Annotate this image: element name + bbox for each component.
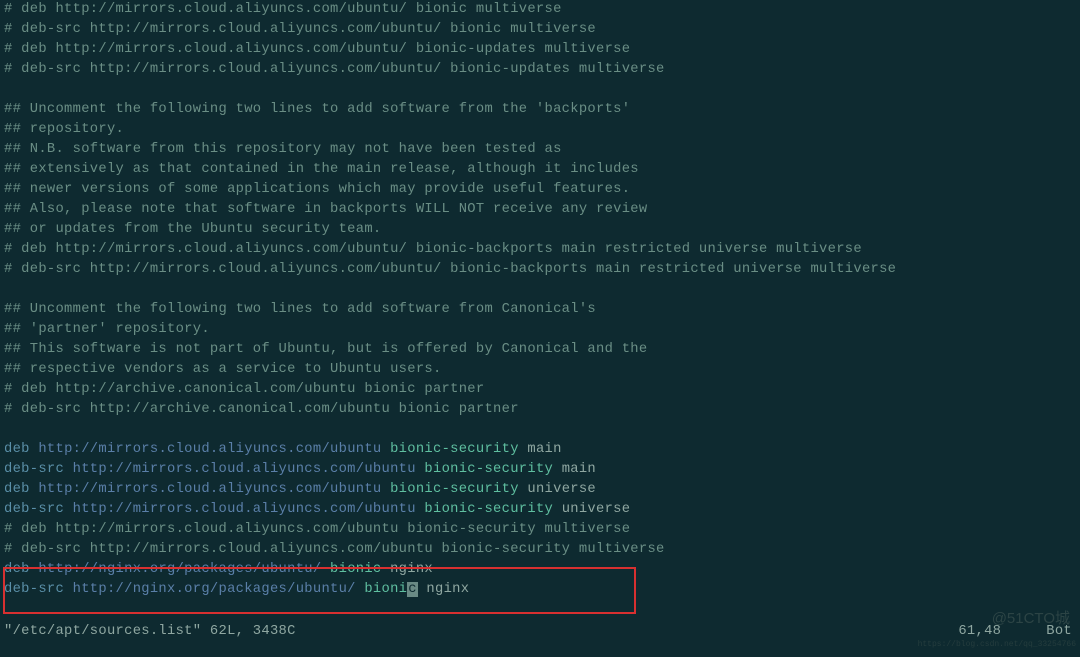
code-segment-url: http://nginx.org/packages/ubuntu/ [38, 562, 321, 577]
editor-line[interactable]: deb-src http://nginx.org/packages/ubuntu… [4, 580, 1080, 600]
editor-line[interactable]: ## Uncomment the following two lines to … [4, 100, 1080, 120]
code-segment-keyword: deb [4, 562, 38, 577]
code-segment-comment: # deb-src http://mirrors.cloud.aliyuncs.… [4, 62, 665, 77]
code-segment-comment: ## Uncomment the following two lines to … [4, 302, 596, 317]
code-segment-comment: # deb-src http://mirrors.cloud.aliyuncs.… [4, 22, 596, 37]
code-segment-comment: # deb http://mirrors.cloud.aliyuncs.com/… [4, 242, 862, 257]
editor-line[interactable]: ## N.B. software from this repository ma… [4, 140, 1080, 160]
text-cursor: c [407, 582, 418, 597]
code-segment-component: universe [519, 482, 596, 497]
editor-line[interactable] [4, 420, 1080, 440]
code-segment-dist: bioni [356, 582, 407, 597]
editor-line[interactable]: # deb http://archive.canonical.com/ubunt… [4, 380, 1080, 400]
editor-line[interactable]: ## Uncomment the following two lines to … [4, 300, 1080, 320]
code-segment-component: nginx [418, 582, 469, 597]
editor-line[interactable]: ## Also, please note that software in ba… [4, 200, 1080, 220]
editor-line[interactable]: # deb-src http://mirrors.cloud.aliyuncs.… [4, 540, 1080, 560]
code-segment-component: main [519, 442, 562, 457]
code-segment-dist: bionic-security [416, 502, 553, 517]
code-segment-dist: bionic [321, 562, 381, 577]
editor-line[interactable]: # deb-src http://mirrors.cloud.aliyuncs.… [4, 20, 1080, 40]
code-segment-comment: ## respective vendors as a service to Ub… [4, 362, 442, 377]
code-segment-keyword: deb-src [4, 462, 73, 477]
editor-line[interactable] [4, 80, 1080, 100]
editor-line[interactable]: ## extensively as that contained in the … [4, 160, 1080, 180]
code-segment-comment: ## Also, please note that software in ba… [4, 202, 647, 217]
code-segment-comment: # deb http://mirrors.cloud.aliyuncs.com/… [4, 2, 562, 17]
code-segment-comment: # deb http://mirrors.cloud.aliyuncs.com/… [4, 42, 630, 57]
editor-line[interactable]: # deb http://mirrors.cloud.aliyuncs.com/… [4, 40, 1080, 60]
code-segment-comment: # deb-src http://mirrors.cloud.aliyuncs.… [4, 262, 896, 277]
editor-line[interactable]: deb http://mirrors.cloud.aliyuncs.com/ub… [4, 480, 1080, 500]
code-segment-comment: ## or updates from the Ubuntu security t… [4, 222, 382, 237]
code-segment-component: universe [553, 502, 630, 517]
editor-line[interactable]: ## or updates from the Ubuntu security t… [4, 220, 1080, 240]
watermark-text: @51CTO城 [992, 609, 1070, 629]
code-segment-keyword: deb [4, 482, 38, 497]
code-segment-comment: # deb http://archive.canonical.com/ubunt… [4, 382, 484, 397]
code-segment-comment: ## extensively as that contained in the … [4, 162, 639, 177]
code-segment-keyword: deb-src [4, 502, 73, 517]
editor-line[interactable]: ## respective vendors as a service to Ub… [4, 360, 1080, 380]
code-segment-dist: bionic-security [416, 462, 553, 477]
editor-line[interactable] [4, 280, 1080, 300]
editor-line[interactable]: # deb http://mirrors.cloud.aliyuncs.com/… [4, 240, 1080, 260]
vim-status-bar: "/etc/apt/sources.list" 62L, 3438C 61,48… [4, 622, 1072, 642]
code-segment-comment: # deb http://mirrors.cloud.aliyuncs.com/… [4, 522, 630, 537]
code-segment-url: http://mirrors.cloud.aliyuncs.com/ubuntu [73, 462, 416, 477]
code-segment-keyword: deb-src [4, 582, 73, 597]
editor-line[interactable]: # deb http://mirrors.cloud.aliyuncs.com/… [4, 520, 1080, 540]
code-segment-dist: bionic-security [382, 442, 519, 457]
editor-line[interactable]: deb http://nginx.org/packages/ubuntu/ bi… [4, 560, 1080, 580]
editor-line[interactable]: ## repository. [4, 120, 1080, 140]
terminal-editor-content[interactable]: # deb http://mirrors.cloud.aliyuncs.com/… [4, 0, 1080, 600]
code-segment-comment: ## repository. [4, 122, 124, 137]
code-segment-comment: ## 'partner' repository. [4, 322, 210, 337]
editor-line[interactable]: # deb-src http://mirrors.cloud.aliyuncs.… [4, 60, 1080, 80]
code-segment-comment: ## newer versions of some applications w… [4, 182, 630, 197]
status-filename: "/etc/apt/sources.list" 62L, 3438C [4, 622, 296, 642]
code-segment-url: http://mirrors.cloud.aliyuncs.com/ubuntu [38, 482, 381, 497]
code-segment-url: http://mirrors.cloud.aliyuncs.com/ubuntu [38, 442, 381, 457]
code-segment-comment: # deb-src http://mirrors.cloud.aliyuncs.… [4, 542, 665, 557]
code-segment-keyword: deb [4, 442, 38, 457]
code-segment-dist: bionic-security [382, 482, 519, 497]
code-segment-comment: # deb-src http://archive.canonical.com/u… [4, 402, 519, 417]
editor-line[interactable]: ## newer versions of some applications w… [4, 180, 1080, 200]
code-segment-url: http://nginx.org/packages/ubuntu/ [73, 582, 356, 597]
editor-line[interactable]: ## 'partner' repository. [4, 320, 1080, 340]
code-segment-comment: ## N.B. software from this repository ma… [4, 142, 562, 157]
editor-line[interactable]: deb-src http://mirrors.cloud.aliyuncs.co… [4, 460, 1080, 480]
code-segment-comment: ## This software is not part of Ubuntu, … [4, 342, 647, 357]
watermark-url: https://blog.csdn.net/qq_33254766 [918, 635, 1076, 655]
editor-line[interactable]: ## This software is not part of Ubuntu, … [4, 340, 1080, 360]
editor-line[interactable]: # deb-src http://mirrors.cloud.aliyuncs.… [4, 260, 1080, 280]
code-segment-comment: ## Uncomment the following two lines to … [4, 102, 630, 117]
code-segment-url: http://mirrors.cloud.aliyuncs.com/ubuntu [73, 502, 416, 517]
editor-line[interactable]: # deb-src http://archive.canonical.com/u… [4, 400, 1080, 420]
editor-line[interactable]: deb http://mirrors.cloud.aliyuncs.com/ub… [4, 440, 1080, 460]
code-segment-component: main [553, 462, 596, 477]
editor-line[interactable]: deb-src http://mirrors.cloud.aliyuncs.co… [4, 500, 1080, 520]
editor-line[interactable]: # deb http://mirrors.cloud.aliyuncs.com/… [4, 0, 1080, 20]
code-segment-component: nginx [382, 562, 433, 577]
